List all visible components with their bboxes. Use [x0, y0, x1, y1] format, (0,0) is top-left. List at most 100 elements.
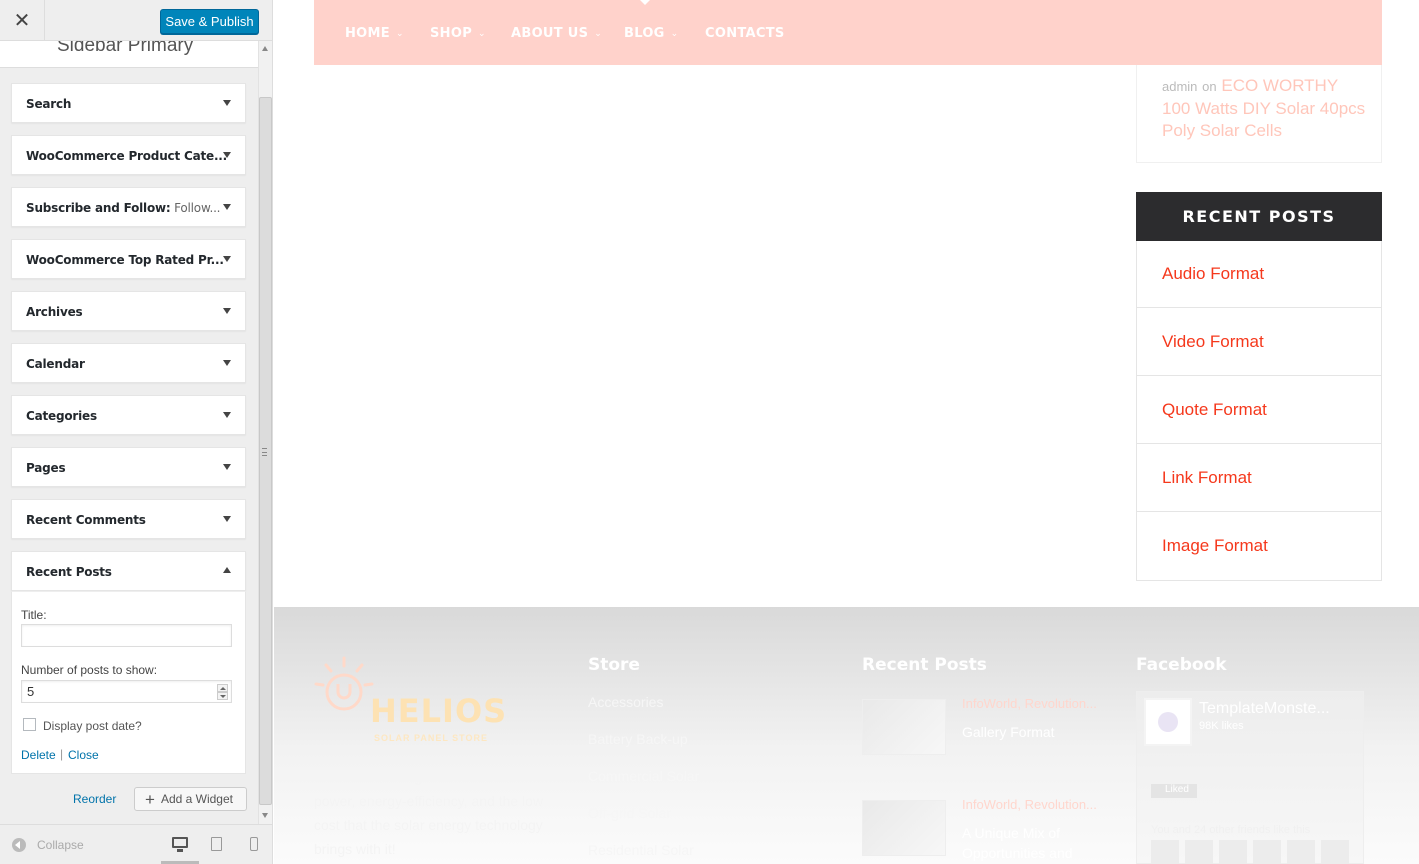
chevron-down-icon[interactable]: [223, 360, 231, 366]
store-link[interactable]: Off-grid Solar: [588, 805, 671, 821]
footer-recent-heading: Recent Posts: [862, 655, 987, 675]
widget-title: Recent Posts: [26, 565, 112, 579]
recent-post-link[interactable]: Quote Format: [1137, 376, 1381, 444]
chevron-down-icon: ⌄: [670, 29, 679, 39]
spinner-up-icon[interactable]: [217, 684, 228, 692]
section-title-bar: Sidebar Primary: [0, 41, 258, 68]
facebook-friends-text: You and 24 other friends like this: [1151, 824, 1311, 836]
collapse-icon[interactable]: [12, 838, 26, 852]
nav-item-about-us[interactable]: ABOUT US ⌄: [511, 26, 602, 41]
facebook-heading: Facebook: [1136, 655, 1227, 675]
spinner-down-icon[interactable]: [217, 692, 228, 700]
post-title[interactable]: Gallery Format: [962, 722, 1112, 742]
store-link[interactable]: Residential Solar: [588, 842, 694, 858]
recent-comment-widget: admin on ECO WORTHY 100 Watts DIY Solar …: [1136, 65, 1382, 163]
recent-post-link[interactable]: Link Format: [1137, 444, 1381, 512]
delete-link[interactable]: Delete: [21, 748, 56, 762]
display-date-checkbox[interactable]: [23, 718, 36, 731]
friend-avatar[interactable]: [1219, 840, 1247, 864]
post-title[interactable]: A Unique Mix of Opportunities and: [962, 823, 1112, 863]
chevron-up-icon[interactable]: [223, 567, 231, 573]
widget-woocommerce-top-rated-pr[interactable]: WooCommerce Top Rated Pr...: [11, 239, 246, 279]
customizer-footer: Collapse: [0, 824, 272, 864]
friend-avatar[interactable]: [1185, 840, 1213, 864]
scroll-down-icon[interactable]: [262, 813, 268, 818]
chevron-down-icon[interactable]: [223, 256, 231, 262]
nav-item-blog[interactable]: BLOG ⌄: [624, 26, 679, 41]
active-nav-marker: [640, 0, 650, 5]
chevron-down-icon[interactable]: [223, 516, 231, 522]
chevron-down-icon[interactable]: [223, 412, 231, 418]
widget-calendar[interactable]: Calendar: [11, 343, 246, 383]
store-link[interactable]: Battery Back-up: [588, 731, 688, 747]
number-posts-input[interactable]: 5: [21, 680, 232, 703]
widget-recent-posts[interactable]: Recent Posts: [11, 551, 246, 591]
widget-search[interactable]: Search: [11, 83, 246, 123]
post-thumbnail[interactable]: [862, 699, 946, 755]
nav-item-shop[interactable]: SHOP ⌄: [430, 26, 486, 41]
facebook-page-plugin: TemplateMonste... 98K likes Liked You an…: [1136, 691, 1364, 864]
facebook-page-name[interactable]: TemplateMonste...: [1199, 700, 1330, 718]
mobile-preview-icon[interactable]: [250, 837, 258, 851]
friend-avatar[interactable]: [1253, 840, 1281, 864]
store-link[interactable]: Commercial Solar: [588, 768, 699, 784]
widget-title: WooCommerce Product Cate...: [26, 149, 228, 163]
logo-wordmark: HELIOS: [370, 692, 508, 730]
title-input[interactable]: [21, 624, 232, 647]
number-posts-label: Number of posts to show:: [21, 663, 158, 677]
customizer-panel: Sidebar Primary ✕ Save & Publish Search W…: [0, 0, 273, 864]
recent-post-link[interactable]: Audio Format: [1137, 241, 1381, 308]
chevron-down-icon: ⌄: [594, 29, 603, 39]
nav-item-contacts[interactable]: CONTACTS: [705, 26, 785, 41]
recent-post-link[interactable]: Image Format: [1137, 512, 1381, 580]
widget-subscribe-and-follow[interactable]: Subscribe and Follow: Follow...: [11, 187, 246, 227]
facebook-page-avatar[interactable]: [1144, 698, 1192, 746]
facebook-likes: 98K likes: [1199, 720, 1244, 732]
close-icon[interactable]: ✕: [0, 0, 45, 41]
add-widget-button[interactable]: + Add a Widget: [134, 787, 247, 811]
friend-avatar[interactable]: [1151, 840, 1179, 864]
add-widget-label: Add a Widget: [160, 792, 233, 806]
chevron-down-icon[interactable]: [223, 308, 231, 314]
widget-title: Archives: [26, 305, 83, 319]
widget-categories[interactable]: Categories: [11, 395, 246, 435]
nav-item-home[interactable]: HOME ⌄: [345, 26, 404, 41]
desktop-preview-icon[interactable]: [172, 837, 188, 852]
widget-archives[interactable]: Archives: [11, 291, 246, 331]
chevron-down-icon[interactable]: [223, 464, 231, 470]
widget-title: WooCommerce Top Rated Pr...: [26, 253, 224, 267]
chevron-down-icon[interactable]: [223, 152, 231, 158]
widget-title: Search: [26, 97, 72, 111]
post-thumbnail[interactable]: [862, 800, 946, 856]
number-posts-value: 5: [27, 684, 35, 699]
friend-avatar[interactable]: [1321, 840, 1349, 864]
footer-intro: We're introducing America to the power, …: [314, 769, 544, 857]
scroll-up-icon[interactable]: [262, 46, 268, 51]
recent-posts-list: Audio Format Video Format Quote Format Link…: [1136, 241, 1382, 581]
widget-woocommerce-product-cate[interactable]: WooCommerce Product Cate...: [11, 135, 246, 175]
widget-pages[interactable]: Pages: [11, 447, 246, 487]
post-category[interactable]: InfoWorld, Revolution...: [962, 696, 1097, 711]
grip-icon: [262, 448, 267, 456]
post-category[interactable]: InfoWorld, Revolution...: [962, 797, 1097, 812]
collapse-button[interactable]: Collapse: [37, 838, 84, 852]
recent-post-link[interactable]: Video Format: [1137, 308, 1381, 376]
facebook-liked-button[interactable]: Liked: [1151, 784, 1197, 798]
chevron-down-icon: ⌄: [395, 29, 404, 39]
widget-title: Categories: [26, 409, 97, 423]
store-link[interactable]: Accessories: [588, 694, 663, 710]
friend-avatar[interactable]: [1287, 840, 1315, 864]
chevron-down-icon[interactable]: [223, 204, 231, 210]
helios-logo[interactable]: HELIOS SOLAR PANEL STORE: [314, 654, 514, 743]
save-publish-button[interactable]: Save & Publish: [160, 9, 259, 34]
customizer-header: ✕ Save & Publish: [0, 0, 272, 41]
close-link[interactable]: Close: [68, 748, 99, 762]
comment-author: admin: [1162, 79, 1198, 94]
chevron-down-icon[interactable]: [223, 100, 231, 106]
reorder-link[interactable]: Reorder: [73, 792, 116, 806]
widget-recent-comments[interactable]: Recent Comments: [11, 499, 246, 539]
widget-title: Pages: [26, 461, 66, 475]
widget-title: Calendar: [26, 357, 85, 371]
tablet-preview-icon[interactable]: [211, 837, 222, 851]
site-preview: HOME ⌄ SHOP ⌄ ABOUT US ⌄ BLOG ⌄ CONTACTS admin o…: [274, 0, 1419, 864]
